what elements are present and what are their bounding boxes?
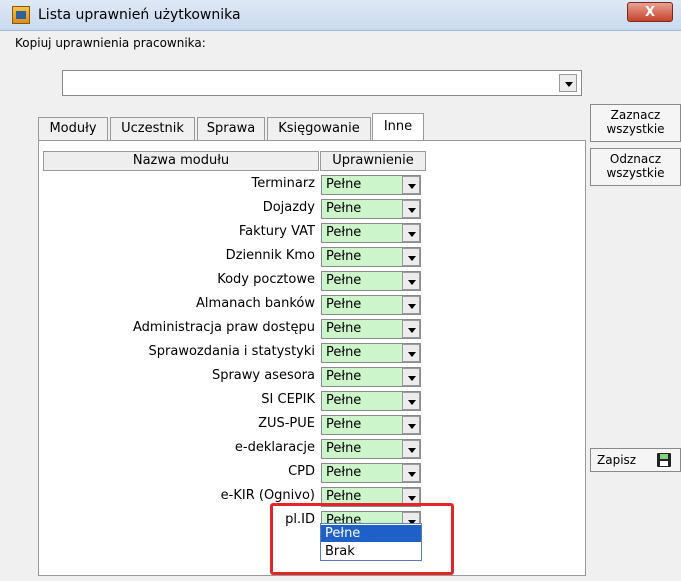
permission-select[interactable]: Pełne	[321, 463, 421, 483]
chevron-down-icon[interactable]	[402, 248, 420, 266]
permission-select[interactable]: Pełne	[321, 295, 421, 315]
tab-sprawa[interactable]: Sprawa	[197, 117, 265, 141]
permission-value: Pełne	[326, 441, 362, 456]
highlight-frame	[270, 503, 454, 575]
chevron-down-icon[interactable]	[402, 296, 420, 314]
table-row: Faktury VAT Pełne	[39, 221, 585, 245]
window-title: Lista uprawnień użytkownika	[38, 7, 241, 23]
module-name: Almanach banków	[196, 296, 315, 311]
save-label: Zapisz	[597, 453, 637, 467]
permission-value: Pełne	[326, 345, 362, 360]
chevron-down-icon[interactable]	[402, 368, 420, 386]
module-name: ZUS-PUE	[258, 416, 315, 431]
chevron-down-icon[interactable]	[402, 392, 420, 410]
table-row: Kody pocztowe Pełne	[39, 269, 585, 293]
table-row: SI CEPIK Pełne	[39, 389, 585, 413]
module-name: Terminarz	[251, 176, 316, 191]
chevron-down-icon[interactable]	[402, 440, 420, 458]
permission-value: Pełne	[326, 417, 362, 432]
table-row: Terminarz Pełne	[39, 173, 585, 197]
copy-permissions-label: Kopiuj uprawnienia pracownika:	[15, 36, 206, 50]
chevron-down-icon[interactable]	[559, 74, 577, 92]
permission-select[interactable]: Pełne	[321, 439, 421, 459]
table-row: e-deklaracje Pełne	[39, 437, 585, 461]
chevron-down-icon[interactable]	[402, 416, 420, 434]
tab-moduly[interactable]: Moduły	[38, 117, 108, 141]
permission-value: Pełne	[326, 177, 362, 192]
permission-value: Pełne	[326, 489, 362, 504]
module-name: SI CEPIK	[261, 392, 315, 407]
chevron-down-icon[interactable]	[402, 344, 420, 362]
module-name: Administracja praw dostępu	[133, 320, 315, 335]
permission-select[interactable]: Pełne	[321, 319, 421, 339]
title-bar: Lista uprawnień użytkownika X	[0, 0, 681, 31]
chevron-down-icon[interactable]	[402, 464, 420, 482]
table-row: Sprawozdania i statystyki Pełne	[39, 341, 585, 365]
column-header-permission: Uprawnienie	[320, 151, 426, 171]
table-row: Sprawy asesora Pełne	[39, 365, 585, 389]
chevron-down-icon[interactable]	[402, 176, 420, 194]
chevron-down-icon[interactable]	[402, 272, 420, 290]
floppy-disk-icon	[657, 453, 671, 467]
chevron-down-icon[interactable]	[402, 224, 420, 242]
module-name: CPD	[288, 464, 315, 479]
module-name: Sprawozdania i statystyki	[148, 344, 315, 359]
module-name: Kody pocztowe	[217, 272, 315, 287]
permission-value: Pełne	[326, 225, 362, 240]
app-icon	[12, 6, 30, 24]
table-row: Almanach banków Pełne	[39, 293, 585, 317]
permission-value: Pełne	[326, 273, 362, 288]
table-row: ZUS-PUE Pełne	[39, 413, 585, 437]
copy-employee-select[interactable]	[62, 70, 582, 96]
module-name: Dziennik Kmo	[225, 248, 315, 263]
save-button[interactable]: Zapisz	[590, 448, 681, 472]
module-name: e-KIR (Ognivo)	[220, 488, 315, 503]
table-row: Dojazdy Pełne	[39, 197, 585, 221]
select-all-button[interactable]: Zaznacz wszystkie	[590, 104, 681, 142]
table-row: CPD Pełne	[39, 461, 585, 485]
permission-select[interactable]: Pełne	[321, 271, 421, 291]
chevron-down-icon[interactable]	[402, 320, 420, 338]
module-name: Faktury VAT	[238, 224, 315, 239]
close-button[interactable]: X	[627, 2, 673, 22]
column-header-module: Nazwa modułu	[43, 151, 319, 171]
module-name: Dojazdy	[262, 200, 315, 215]
permission-value: Pełne	[326, 249, 362, 264]
permission-select[interactable]: Pełne	[321, 367, 421, 387]
module-name: e-deklaracje	[234, 440, 315, 455]
permission-select[interactable]: Pełne	[321, 199, 421, 219]
permission-select[interactable]: Pełne	[321, 175, 421, 195]
permission-value: Pełne	[326, 369, 362, 384]
permission-value: Pełne	[326, 321, 362, 336]
tab-ksiegowanie[interactable]: Księgowanie	[267, 117, 371, 141]
module-name: Sprawy asesora	[211, 368, 315, 383]
table-row: Dziennik Kmo Pełne	[39, 245, 585, 269]
permission-value: Pełne	[326, 465, 362, 480]
permission-value: Pełne	[326, 201, 362, 216]
permission-select[interactable]: Pełne	[321, 391, 421, 411]
permission-value: Pełne	[326, 393, 362, 408]
permission-select[interactable]: Pełne	[321, 415, 421, 435]
chevron-down-icon[interactable]	[402, 200, 420, 218]
table-row: Administracja praw dostępu Pełne	[39, 317, 585, 341]
tab-inne[interactable]: Inne	[372, 113, 424, 142]
deselect-all-button[interactable]: Odznacz wszystkie	[590, 148, 681, 186]
permission-value: Pełne	[326, 297, 362, 312]
permission-select[interactable]: Pełne	[321, 247, 421, 267]
permission-select[interactable]: Pełne	[321, 223, 421, 243]
tab-uczestnik[interactable]: Uczestnik	[110, 117, 195, 141]
permission-select[interactable]: Pełne	[321, 343, 421, 363]
